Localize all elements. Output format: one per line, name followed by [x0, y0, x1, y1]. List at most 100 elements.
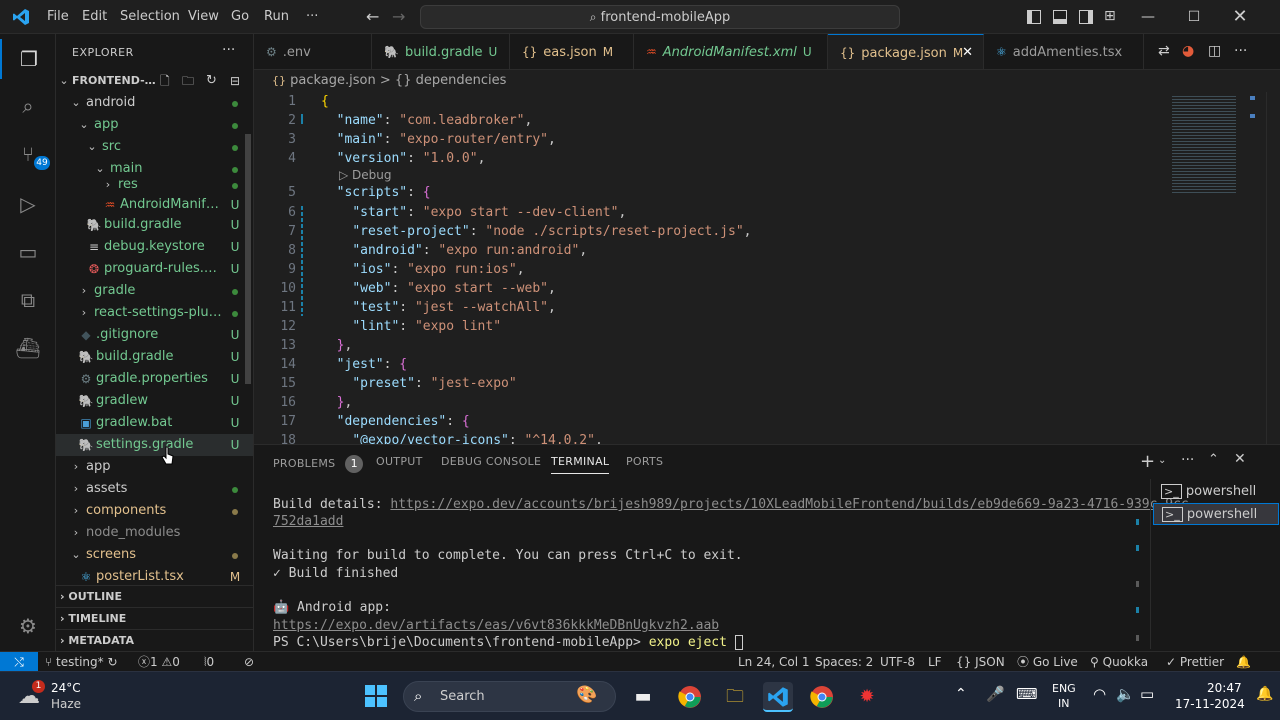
artifact-link[interactable]: https://expo.dev/artifacts/eas/v6vt836kk…	[273, 618, 719, 633]
menu-go[interactable]: Go	[231, 0, 249, 34]
problems-indicator[interactable]: ⓧ1 ⚠0	[138, 652, 180, 672]
explorer-item[interactable]: › react-settings-plugin	[56, 302, 253, 324]
language-secondary[interactable]: IN	[1058, 697, 1069, 710]
explorer-item[interactable]: › app	[56, 456, 253, 478]
explorer-item[interactable]: ▣ gradlew.bat U	[56, 412, 253, 434]
editor-tab[interactable]: {} package.json M ✕	[828, 34, 984, 69]
refresh-icon[interactable]: ↻	[206, 70, 217, 92]
ports-indicator[interactable]: ⦚0	[204, 652, 214, 672]
back-arrow-icon[interactable]: ←	[366, 0, 379, 34]
new-file-icon[interactable]: 🗋	[160, 70, 170, 92]
build-details-link-cont[interactable]: 752da1add	[273, 514, 343, 529]
clock-time[interactable]: 20:47	[1207, 681, 1242, 695]
minimize-button[interactable]: —	[1125, 0, 1171, 34]
task-view-icon[interactable]: ▬	[628, 682, 658, 712]
chevron-down-icon[interactable]: ⌄	[1158, 455, 1166, 466]
live-share-icon[interactable]: ◕	[1182, 43, 1194, 59]
end-of-line[interactable]: LF	[928, 652, 942, 672]
explorer-item[interactable]: › res	[56, 178, 253, 192]
wifi-icon[interactable]: ◠	[1093, 685, 1106, 703]
toggle-secondary-sidebar-icon[interactable]	[1079, 10, 1093, 24]
new-folder-icon[interactable]: 🗀	[182, 70, 194, 92]
explorer-item[interactable]: ⌄ screens	[56, 544, 253, 566]
cursor-position[interactable]: Ln 24, Col 1	[738, 652, 810, 672]
explorer-item[interactable]: ⌄ android	[56, 92, 253, 114]
explorer-item[interactable]: › node_modules	[56, 522, 253, 544]
tab-terminal[interactable]: TERMINAL	[551, 455, 610, 474]
run-debug-icon[interactable]: ▷	[8, 184, 48, 224]
explorer-icon[interactable]: ❐	[0, 39, 56, 79]
explorer-item[interactable]: ◆ .gitignore U	[56, 324, 253, 346]
forward-arrow-icon[interactable]: →	[392, 0, 405, 34]
explorer-item[interactable]: 🐘 gradlew U	[56, 390, 253, 412]
taskbar-search[interactable]: ⌕ Search 🎨	[403, 681, 616, 712]
explorer-item[interactable]: ♒ AndroidManifes... U	[56, 194, 253, 216]
minimap[interactable]	[1172, 94, 1236, 194]
explorer-item[interactable]: ⌄ app	[56, 114, 253, 136]
explorer-item[interactable]: ⌄ src	[56, 136, 253, 158]
docker-icon[interactable]: ⛴	[8, 328, 48, 368]
source-control-icon[interactable]: ⑂ 49	[8, 134, 50, 174]
menu-view[interactable]: View	[188, 0, 219, 34]
collapse-all-icon[interactable]: ⊟	[230, 70, 240, 92]
language-mode[interactable]: {} JSON	[956, 652, 1005, 672]
sidebar-scrollbar[interactable]	[245, 134, 251, 384]
indentation[interactable]: Spaces: 2	[815, 652, 873, 672]
more-actions-icon[interactable]: ···	[1181, 452, 1194, 468]
branch-indicator[interactable]: ⑂ testing* ↻	[45, 652, 118, 672]
extension-status-icon[interactable]: ⊘	[244, 652, 254, 672]
explorer-item[interactable]: ≡ debug.keystore U	[56, 236, 253, 258]
maximize-button[interactable]: ☐	[1171, 0, 1217, 34]
tab-ports[interactable]: PORTS	[626, 455, 663, 468]
breadcrumb-file[interactable]: package.json	[290, 73, 376, 88]
menu-run[interactable]: Run	[264, 0, 289, 34]
volume-icon[interactable]: 🔈	[1116, 685, 1135, 703]
explorer-item[interactable]: ⚙ gradle.properties U	[56, 368, 253, 390]
go-live[interactable]: ⦿ Go Live	[1017, 652, 1078, 672]
terminal-item[interactable]: >_ powershell	[1153, 481, 1279, 503]
build-details-link[interactable]: https://expo.dev/accounts/brijesh989/pro…	[390, 497, 1188, 512]
editor-tab[interactable]: ⚙ .env	[254, 34, 372, 69]
new-terminal-icon[interactable]: +	[1140, 451, 1155, 472]
customize-layout-icon[interactable]: ⊞	[1104, 8, 1116, 24]
explorer-item[interactable]: ⌄ main	[56, 158, 253, 180]
search-icon[interactable]: ⌕	[8, 86, 48, 126]
explorer-item[interactable]: › assets	[56, 478, 253, 500]
remote-indicator-icon[interactable]: ⤭	[0, 652, 38, 672]
menu-more[interactable]: ···	[306, 0, 318, 34]
menu-edit[interactable]: Edit	[82, 0, 107, 34]
battery-icon[interactable]: ▭	[1140, 685, 1154, 703]
tab-debug-console[interactable]: DEBUG CONSOLE	[441, 455, 541, 468]
timeline-section[interactable]: › TIMELINE	[56, 607, 253, 629]
more-actions-icon[interactable]: ···	[222, 42, 235, 58]
chrome-profile-icon[interactable]	[807, 682, 837, 712]
command-center-search[interactable]: ⌕ frontend-mobileApp	[420, 5, 900, 29]
extensions-icon[interactable]: ⧉	[8, 280, 48, 320]
outline-section[interactable]: › OUTLINE	[56, 585, 253, 607]
codelens-debug[interactable]: ▷ Debug	[339, 168, 392, 182]
close-panel-icon[interactable]: ✕	[1234, 451, 1246, 467]
keyboard-icon[interactable]: ⌨	[1016, 685, 1038, 703]
quokka[interactable]: ⚲ Quokka	[1090, 652, 1148, 672]
explorer-item[interactable]: 🐘 build.gradle U	[56, 214, 253, 236]
windows-start-icon[interactable]	[365, 685, 387, 707]
vscode-taskbar-icon[interactable]	[763, 682, 793, 712]
remote-explorer-icon[interactable]: ▭	[8, 232, 48, 272]
editor-scrollbar[interactable]	[1266, 92, 1280, 444]
encoding[interactable]: UTF-8	[880, 652, 915, 672]
workspace-root[interactable]: ⌄ FRONTEND-M... 🗋 🗀 ↻ ⊟	[56, 70, 253, 92]
compare-changes-icon[interactable]: ⇄	[1158, 43, 1170, 59]
editor-tab[interactable]: {} eas.json M	[510, 34, 634, 69]
maximize-panel-icon[interactable]: ⌃	[1208, 452, 1219, 467]
split-editor-icon[interactable]: ◫	[1208, 43, 1221, 59]
close-tab-icon[interactable]: ✕	[962, 35, 973, 69]
prettier[interactable]: ✓ Prettier	[1166, 652, 1224, 672]
notification-center-icon[interactable]: 🔔	[1256, 686, 1273, 702]
editor-tab[interactable]: 🐘 build.gradle U	[372, 34, 510, 69]
menu-selection[interactable]: Selection	[120, 0, 180, 34]
editor-tab[interactable]: ♒ AndroidManifest.xml U	[634, 34, 828, 69]
breadcrumb-symbol[interactable]: {} dependencies	[395, 73, 506, 88]
terminal-prompt-line[interactable]: PS C:\Users\brije\Documents\frontend-mob…	[273, 635, 743, 650]
language-primary[interactable]: ENG	[1052, 682, 1076, 695]
tab-problems[interactable]: PROBLEMS 1	[273, 455, 364, 473]
